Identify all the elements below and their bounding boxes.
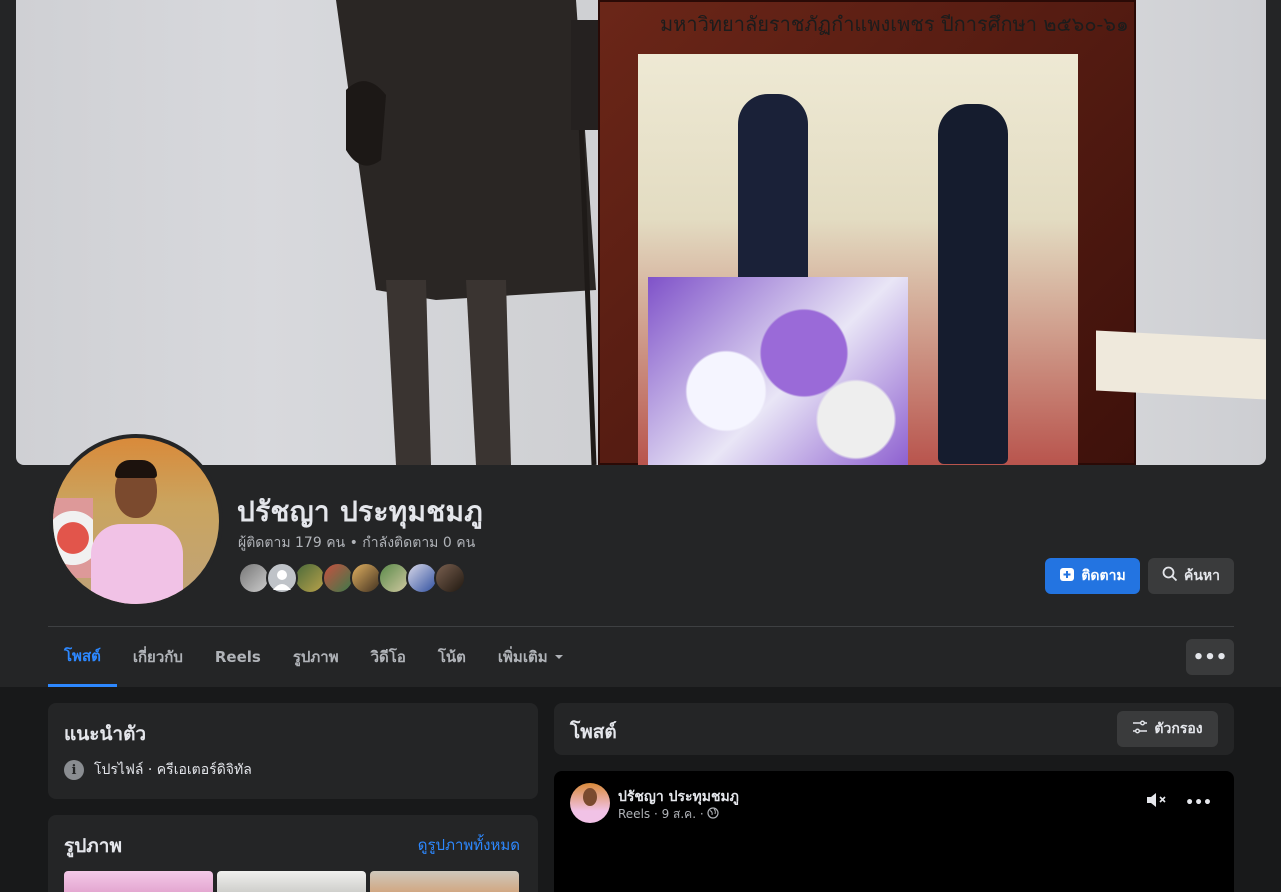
tab-photos[interactable]: รูปภาพ [277, 627, 355, 687]
search-button[interactable]: ค้นหา [1148, 558, 1234, 594]
tab-label: โพสต์ [64, 646, 101, 665]
frame-title: มหาวิทยาลัยราชภัฏกำแพงเพชร ปีการศึกษา ๒๕… [660, 12, 1129, 36]
intro-card: แนะนำตัว i โปรไฟล์ · ครีเอเตอร์ดิจิทัล [48, 703, 538, 799]
photo-thumbnail[interactable] [370, 871, 519, 892]
avatar-uniform [91, 524, 183, 604]
friend-avatar[interactable] [434, 562, 466, 594]
tab-label: วิดีโอ [370, 648, 406, 666]
tab-reels[interactable]: Reels [199, 627, 277, 687]
filter-icon [1132, 719, 1148, 739]
globe-icon [707, 807, 719, 822]
mute-icon[interactable] [1145, 791, 1167, 814]
photo-thumbnail[interactable] [217, 871, 366, 892]
tab-label: โน้ต [437, 648, 466, 666]
search-label: ค้นหา [1183, 568, 1221, 584]
cover-photo[interactable]: มหาวิทยาลัยราชภัฏกำแพงเพชร ปีการศึกษา ๒๕… [16, 0, 1266, 465]
avatar-flowers [53, 498, 93, 578]
tab-notes[interactable]: โน้ต [422, 627, 482, 687]
photos-title[interactable]: รูปภาพ [64, 831, 122, 861]
cover-statue [316, 0, 636, 465]
search-icon [1162, 566, 1178, 586]
intro-profile-text: โปรไฟล์ · ครีเอเตอร์ดิจิทัล [94, 762, 252, 778]
photo-thumbnails [64, 871, 519, 892]
tab-videos[interactable]: วิดีโอ [355, 627, 422, 687]
reel-meta-text: Reels · 9 ส.ค. · [618, 807, 704, 821]
follow-icon [1059, 566, 1075, 586]
profile-name: ปรัชญา ประทุมชมภู [237, 495, 484, 528]
avatar-hair [115, 460, 157, 478]
filter-label: ตัวกรอง [1154, 721, 1203, 737]
tab-posts[interactable]: โพสต์ [48, 627, 117, 687]
profile-more-button[interactable]: ••• [1186, 639, 1234, 675]
posts-title: โพสต์ [570, 721, 617, 743]
photo-thumbnail[interactable] [64, 871, 213, 892]
profile-tabs: โพสต์ เกี่ยวกับ Reels รูปภาพ วิดีโอ โน้ต… [48, 627, 580, 687]
friends-avatar-stack[interactable] [238, 562, 466, 594]
info-icon: i [64, 760, 84, 780]
profile-picture[interactable] [49, 434, 223, 608]
reel-more-button[interactable]: ••• [1185, 795, 1212, 811]
cover-wall-trim [1096, 330, 1266, 400]
posts-header-card: โพสต์ ตัวกรอง [554, 703, 1234, 755]
photo-person-right [938, 104, 1008, 464]
tab-label: เกี่ยวกับ [132, 648, 183, 666]
tab-more[interactable]: เพิ่มเติม [482, 627, 580, 687]
intro-profile-row: i โปรไฟล์ · ครีเอเตอร์ดิจิทัล [64, 759, 252, 781]
photos-card: รูปภาพ ดูรูปภาพทั้งหมด [48, 815, 538, 892]
reel-post[interactable]: ปรัชญา ประทุมชมภู Reels · 9 ส.ค. · ••• [554, 771, 1234, 892]
reel-meta: Reels · 9 ส.ค. · [618, 805, 719, 824]
follow-button[interactable]: ติดตาม [1045, 558, 1140, 594]
avatar[interactable] [53, 438, 219, 604]
photo-person-left [738, 94, 808, 294]
framed-graduation-photo: มหาวิทยาลัยราชภัฏกำแพงเพชร ปีการศึกษา ๒๕… [598, 0, 1136, 465]
friend-avatar[interactable] [266, 562, 298, 594]
intro-title: แนะนำตัว [64, 723, 147, 745]
follow-label: ติดตาม [1081, 568, 1126, 584]
caret-down-icon [554, 648, 564, 666]
tab-label: รูปภาพ [292, 648, 339, 666]
photo-flowers [648, 277, 908, 465]
tab-about[interactable]: เกี่ยวกับ [117, 627, 199, 687]
see-all-photos-link[interactable]: ดูรูปภาพทั้งหมด [418, 833, 520, 857]
filter-button[interactable]: ตัวกรอง [1117, 711, 1218, 747]
reel-author-avatar[interactable] [570, 783, 610, 823]
tab-label: เพิ่มเติม [497, 648, 548, 666]
followers-count[interactable]: ผู้ติดตาม 179 คน • กำลังติดตาม 0 คน [238, 532, 475, 554]
reel-controls: ••• [1145, 791, 1212, 814]
graduation-photo [638, 54, 1078, 465]
tab-label: Reels [214, 648, 261, 666]
